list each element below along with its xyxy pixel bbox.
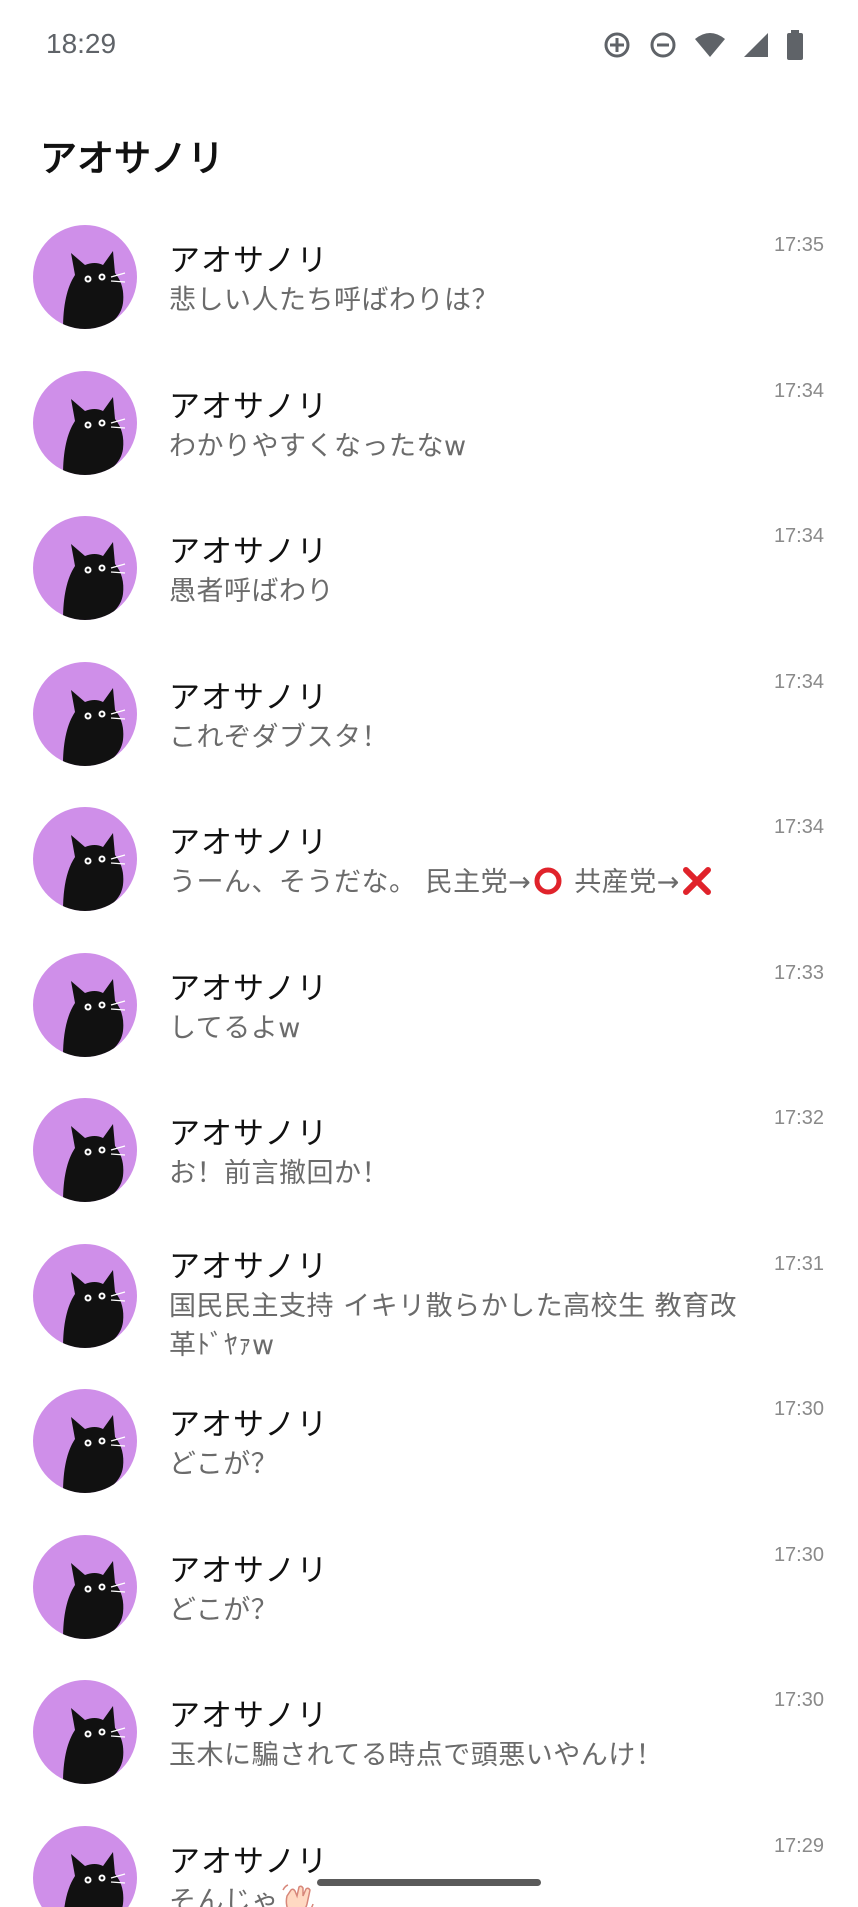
timestamp: 17:34	[773, 525, 824, 547]
message-preview: どこが？	[169, 1449, 279, 1480]
cross-mark-icon	[682, 866, 712, 907]
message-preview: どこが？	[169, 1594, 279, 1626]
notification-history-screen: 18:29 アオサノリ アオサノリ 悲しい人たち呼ばわりは？ 17:35 アオサ…	[0, 0, 858, 1907]
avatar	[33, 1680, 137, 1784]
black-cat-icon	[64, 1851, 126, 1907]
message-text: そんじゃ	[169, 1885, 279, 1907]
sender-name: アオサノリ	[169, 1248, 329, 1285]
timestamp: 17:30	[773, 1543, 824, 1566]
avatar	[33, 516, 137, 620]
sender-name: アオサノリ	[169, 1843, 329, 1880]
do-not-disturb-icon	[648, 30, 678, 60]
sender-name: アオサノリ	[169, 679, 329, 716]
battery-icon	[786, 30, 804, 60]
timestamp: 17:34	[773, 670, 824, 693]
avatar	[33, 807, 137, 911]
message-preview: これぞダブスタ！	[169, 721, 389, 753]
notification-item[interactable]: アオサノリ わかりやすくなったなw 17:34	[0, 358, 858, 504]
black-cat-icon	[63, 396, 126, 475]
avatar	[33, 1825, 137, 1907]
status-time: 18:29	[46, 28, 117, 59]
notification-item[interactable]: アオサノリ お！前言撤回か！ 17:32	[0, 1085, 858, 1231]
notification-item[interactable]: アオサノリ してるよw 17:33	[0, 940, 858, 1086]
gesture-navigation-bar[interactable]	[317, 1879, 541, 1886]
black-cat-icon	[63, 1124, 126, 1202]
avatar	[33, 1534, 137, 1639]
message-text: 共産党→	[565, 867, 680, 898]
black-cat-icon	[63, 542, 126, 620]
notification-item[interactable]: アオサノリ どこが？ 17:30	[0, 1376, 858, 1522]
message-preview: 愚者呼ばわり	[169, 576, 334, 607]
notification-item[interactable]: アオサノリ これぞダブスタ！ 17:34	[0, 649, 858, 795]
timestamp: 17:34	[773, 816, 824, 838]
black-cat-icon	[63, 1706, 126, 1784]
heavy-large-circle-icon	[533, 866, 563, 907]
notification-item[interactable]: アオサノリ 玉木に騙されてる時点で頭悪いやんけ！ 17:30	[0, 1667, 858, 1813]
avatar	[33, 952, 137, 1057]
wifi-icon	[694, 31, 726, 59]
message-preview: お！前言撤回か！	[169, 1158, 389, 1189]
sender-name: アオサノリ	[169, 825, 329, 861]
avatar	[33, 225, 137, 329]
avatar	[33, 1389, 137, 1493]
black-cat-icon	[63, 687, 126, 766]
sender-name: アオサノリ	[169, 1407, 329, 1443]
status-bar: 18:29	[0, 0, 858, 92]
sender-name: アオサノリ	[169, 243, 329, 279]
notification-item[interactable]: アオサノリ 国民民主支持 イキリ散らかした高校生 教育改革ﾄﾞﾔｧw 17:31	[0, 1231, 858, 1377]
timestamp: 17:35	[773, 234, 824, 256]
message-preview: してるよw	[169, 1012, 301, 1044]
notification-item[interactable]: アオサノリ うーん、そうだな。 民主党→ 共産党→ 17:34	[0, 794, 858, 940]
avatar	[33, 1243, 137, 1348]
avatar	[33, 661, 137, 766]
black-cat-icon	[63, 978, 126, 1057]
data-saver-icon	[602, 30, 632, 60]
page-title: アオサノリ	[40, 137, 225, 180]
signal-icon	[742, 31, 770, 59]
avatar	[33, 1098, 137, 1202]
notification-list[interactable]: アオサノリ 悲しい人たち呼ばわりは？ 17:35 アオサノリ わかりやすくなった…	[0, 212, 858, 1907]
notification-item[interactable]: アオサノリ 悲しい人たち呼ばわりは？ 17:35	[0, 212, 858, 358]
message-preview: わかりやすくなったなw	[169, 430, 467, 462]
message-text: うーん、そうだな。 民主党→	[169, 867, 532, 898]
black-cat-icon	[63, 1560, 126, 1639]
black-cat-icon	[63, 1415, 126, 1493]
black-cat-icon	[63, 1269, 126, 1348]
notification-item[interactable]: アオサノリ どこが？ 17:30	[0, 1522, 858, 1668]
message-preview: うーん、そうだな。 民主党→ 共産党→	[169, 863, 739, 907]
notification-item[interactable]: アオサノリ 愚者呼ばわり 17:34	[0, 503, 858, 649]
sender-name: アオサノリ	[169, 388, 329, 425]
notification-item[interactable]: アオサノリ そんじゃ 17:29	[0, 1813, 858, 1907]
timestamp: 17:30	[773, 1398, 824, 1420]
avatar	[33, 370, 137, 475]
message-preview: 国民民主支持 イキリ散らかした高校生 教育改革ﾄﾞﾔｧw	[169, 1290, 738, 1361]
message-preview: 悲しい人たち呼ばわりは？	[169, 285, 499, 316]
sender-name: アオサノリ	[169, 534, 329, 570]
timestamp: 17:32	[773, 1107, 824, 1129]
status-icons	[602, 30, 804, 60]
sender-name: アオサノリ	[169, 1698, 329, 1734]
timestamp: 17:30	[773, 1689, 824, 1711]
timestamp: 17:31	[773, 1252, 824, 1275]
black-cat-icon	[63, 251, 126, 329]
timestamp: 17:33	[773, 961, 824, 984]
timestamp: 17:34	[773, 379, 824, 402]
message-preview: 玉木に騙されてる時点で頭悪いやんけ！	[169, 1740, 664, 1771]
sender-name: アオサノリ	[169, 1116, 329, 1152]
timestamp: 17:29	[773, 1834, 824, 1857]
sender-name: アオサノリ	[169, 970, 329, 1007]
black-cat-icon	[63, 833, 126, 911]
waving-hand-icon	[281, 1882, 315, 1907]
sender-name: アオサノリ	[169, 1552, 329, 1589]
